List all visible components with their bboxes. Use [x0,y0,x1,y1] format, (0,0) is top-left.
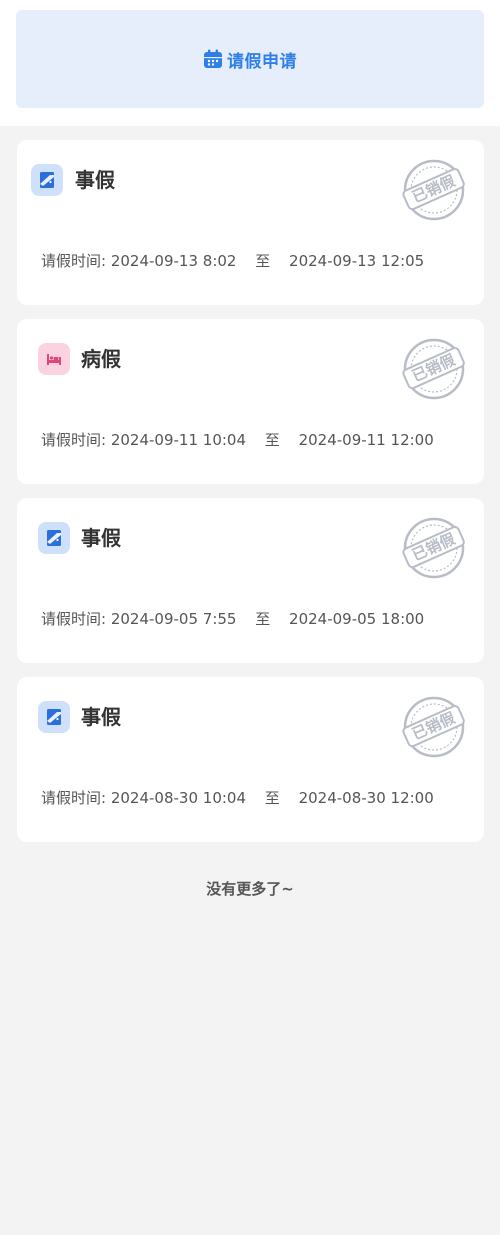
no-more-text: 没有更多了~ [206,880,294,898]
to-label: 至 [264,431,280,449]
cancelled-stamp: 已销假 [402,338,465,400]
end-time: 2024-09-13 12:05 [289,252,425,270]
header-area: 请假申请 [0,0,500,126]
start-time: 2024-09-05 7:55 [110,610,237,628]
svg-text:已销假: 已销假 [409,171,458,206]
end-time: 2024-09-05 18:00 [289,610,425,628]
start-time: 2024-09-11 10:04 [110,431,247,449]
bed-icon [38,343,70,375]
leave-time-row: 请假时间: 2024-08-30 10:04 至 2024-08-30 12:0… [41,787,434,809]
time-label: 请假时间: [41,610,107,628]
time-label: 请假时间: [41,252,107,270]
leave-time-row: 请假时间: 2024-09-05 7:55 至 2024-09-05 18:00 [41,608,424,630]
to-label: 至 [264,789,280,807]
leave-time-row: 请假时间: 2024-09-13 8:02 至 2024-09-13 12:05 [41,250,424,272]
calendar-icon [204,49,222,68]
leave-type: 事假 [75,168,115,192]
end-time: 2024-09-11 12:00 [298,431,434,449]
door-icon [38,522,70,554]
leave-type: 病假 [81,347,121,371]
svg-text:已销假: 已销假 [409,529,458,564]
start-time: 2024-09-13 8:02 [110,252,237,270]
leave-card[interactable]: 事假 已销假 请假时间: 2024-08-30 10:04 至 2024-08-… [17,677,484,842]
time-label: 请假时间: [41,431,107,449]
leave-type: 事假 [81,705,121,729]
cancelled-stamp: 已销假 [402,517,465,579]
leave-card[interactable]: 事假 已销假 请假时间: 2024-09-05 7:55 至 2024-09-0… [17,498,484,663]
svg-text:已销假: 已销假 [409,708,458,743]
leave-apply-label: 请假申请 [227,51,297,72]
leave-card[interactable]: 事假 已销假 请假时间: 2024-09-13 8:02 至 2024-09-1… [17,140,484,305]
start-time: 2024-08-30 10:04 [110,789,247,807]
cancelled-stamp: 已销假 [402,159,465,221]
leave-apply-button[interactable]: 请假申请 [16,10,484,108]
to-label: 至 [255,610,271,628]
leave-card[interactable]: 病假 已销假 请假时间: 2024-09-11 10:04 至 2024-09-… [17,319,484,484]
leave-type: 事假 [81,526,121,550]
to-label: 至 [255,252,271,270]
time-label: 请假时间: [41,789,107,807]
leave-time-row: 请假时间: 2024-09-11 10:04 至 2024-09-11 12:0… [41,429,434,451]
end-time: 2024-08-30 12:00 [298,789,434,807]
svg-text:已销假: 已销假 [409,350,458,385]
door-icon [38,701,70,733]
cancelled-stamp: 已销假 [402,696,465,758]
door-icon [31,164,63,196]
